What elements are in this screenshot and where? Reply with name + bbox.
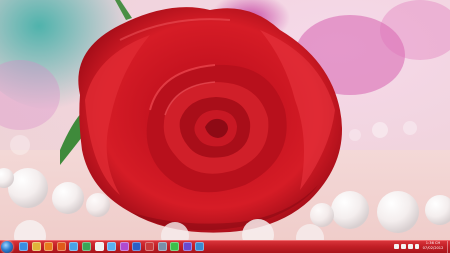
taskbar: 1:36 CH 07/02/2012	[0, 240, 450, 253]
windows-explorer-icon[interactable]	[31, 242, 41, 251]
start-button[interactable]	[1, 241, 13, 253]
language-icon[interactable]	[415, 244, 419, 249]
app-icon[interactable]	[145, 242, 154, 251]
wallpaper-rose	[0, 0, 450, 240]
clock[interactable]: 1:36 CH 07/02/2012	[420, 241, 446, 251]
calculator-icon[interactable]	[157, 242, 167, 251]
clock-date: 07/02/2012	[422, 246, 444, 251]
paint-icon[interactable]	[107, 242, 117, 251]
app-icon[interactable]	[182, 242, 192, 251]
media-player-icon[interactable]	[44, 242, 54, 251]
firefox-icon[interactable]	[56, 242, 66, 251]
app-icon[interactable]	[132, 242, 142, 251]
volume-icon[interactable]	[408, 244, 413, 249]
network-icon[interactable]	[401, 244, 406, 249]
network-icon[interactable]	[195, 242, 205, 251]
chrome-icon[interactable]	[82, 242, 91, 251]
app-icon[interactable]	[69, 242, 79, 251]
system-tray: 1:36 CH 07/02/2012	[376, 241, 450, 253]
internet-explorer-icon[interactable]	[19, 242, 28, 251]
action-center-icon[interactable]	[394, 244, 399, 249]
document-icon[interactable]	[94, 242, 104, 251]
desktop[interactable]	[0, 0, 450, 240]
app-icon[interactable]	[119, 242, 129, 251]
media-icon[interactable]	[170, 242, 180, 251]
